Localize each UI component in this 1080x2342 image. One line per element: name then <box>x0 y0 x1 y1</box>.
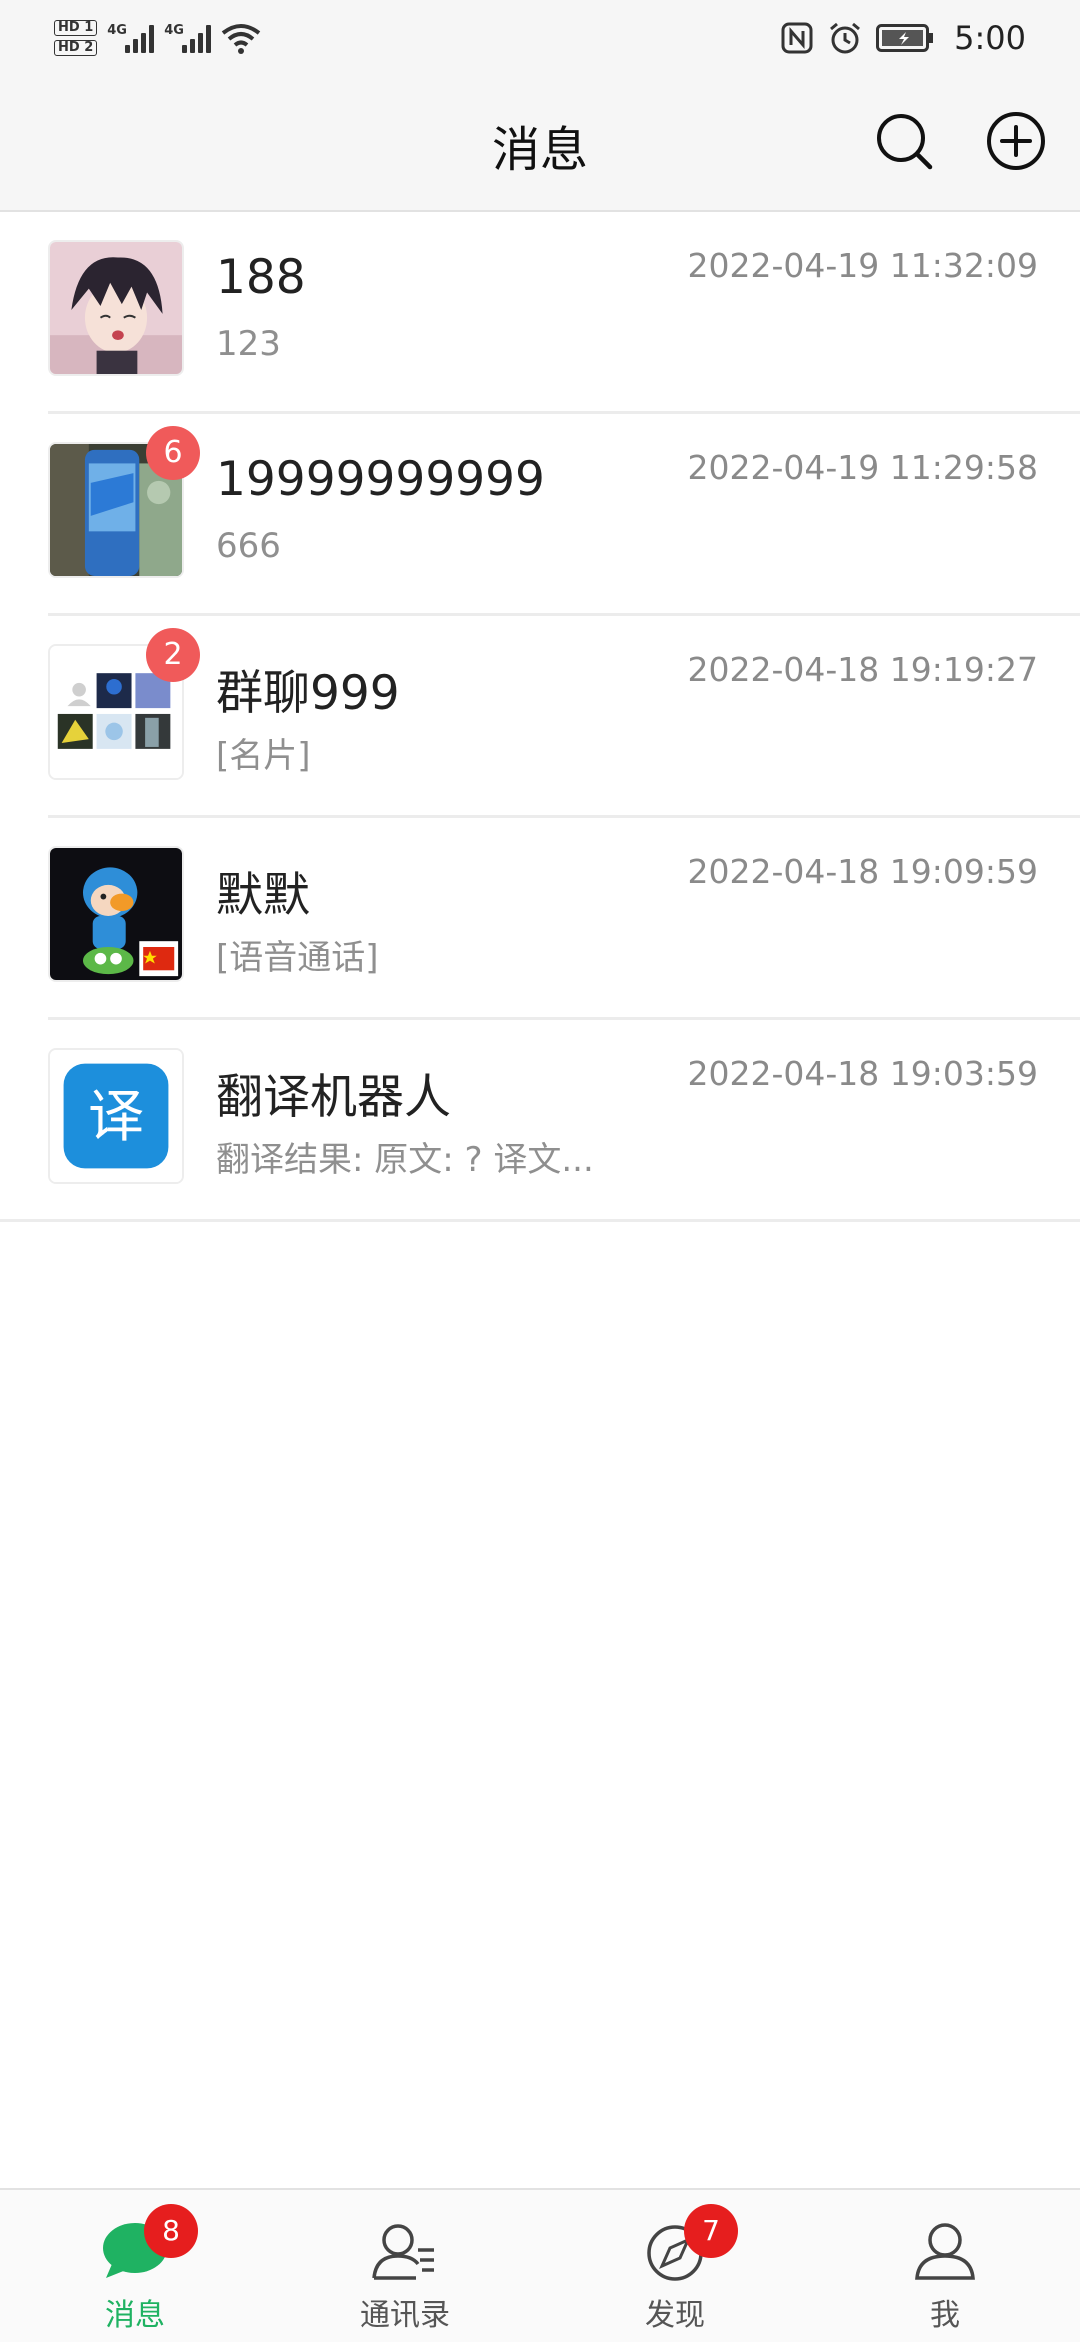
signal-icon-sim1: 4G <box>107 23 155 53</box>
conversation-time: 2022-04-18 19:03:59 <box>687 1054 1038 1093</box>
divider <box>0 1219 1080 1222</box>
network-type-2: 4G <box>164 23 184 38</box>
conversation-time: 2022-04-18 19:09:59 <box>687 852 1038 891</box>
search-icon[interactable] <box>873 110 935 172</box>
conversation-preview: [语音通话] <box>216 938 379 978</box>
wifi-icon <box>222 24 261 54</box>
person-icon <box>915 2223 975 2280</box>
unread-badge: 6 <box>146 426 200 480</box>
avatar[interactable] <box>48 240 184 376</box>
conversation-list: 188 123 2022-04-19 11:32:09 6 1999999999… <box>0 212 1080 1222</box>
conversation-preview: 翻译结果: 原文: ? 译文... <box>216 1140 594 1180</box>
app-header: 消息 <box>0 76 1080 212</box>
conversation-item[interactable]: 6 19999999999 666 2022-04-19 11:29:58 <box>0 414 1080 616</box>
nav-item-discover[interactable]: 7 发现 <box>540 2190 810 2342</box>
translate-bot-avatar: 译 <box>50 1050 182 1182</box>
unread-badge: 2 <box>146 628 200 682</box>
nav-item-contacts[interactable]: 通讯录 <box>270 2190 540 2342</box>
hd-indicator: HD 1 HD 2 <box>54 20 98 56</box>
translate-glyph: 译 <box>88 1084 144 1149</box>
conversation-item[interactable]: 188 123 2022-04-19 11:32:09 <box>0 212 1080 414</box>
nav-label: 通讯录 <box>360 2298 450 2333</box>
status-bar: HD 1 HD 2 4G 4G 5:00 <box>0 0 1080 76</box>
cartoon-avatar-image <box>50 848 182 980</box>
nfc-icon <box>781 22 813 54</box>
nav-badge: 7 <box>684 2204 738 2258</box>
conversation-preview: [名片] <box>216 736 311 776</box>
status-right: 5:00 <box>780 14 1026 62</box>
nav-item-messages[interactable]: 8 消息 <box>0 2190 270 2342</box>
hd1-label: HD 1 <box>54 20 98 36</box>
signal-icon-sim2: 4G <box>164 23 212 53</box>
contacts-icon <box>372 2224 434 2280</box>
avatar[interactable] <box>48 846 184 982</box>
avatar[interactable]: 译 <box>48 1048 184 1184</box>
conversation-time: 2022-04-19 11:29:58 <box>687 448 1038 487</box>
bottom-nav: 8 消息 通讯录 7 发现 我 <box>0 2188 1080 2342</box>
conversation-name: 188 <box>216 250 306 305</box>
conversation-item[interactable]: 默默 [语音通话] 2022-04-18 19:09:59 <box>0 818 1080 1020</box>
conversation-time: 2022-04-19 11:32:09 <box>687 246 1038 285</box>
nav-item-me[interactable]: 我 <box>810 2190 1080 2342</box>
conversation-preview: 123 <box>216 324 281 364</box>
conversation-name: 群聊999 <box>216 666 400 721</box>
nav-label: 发现 <box>645 2298 705 2333</box>
conversation-item[interactable]: 2 群聊999 [名片] 2022-04-18 19:19:27 <box>0 616 1080 818</box>
anime-avatar-image <box>50 242 182 374</box>
hd2-label: HD 2 <box>54 40 98 56</box>
conversation-name: 19999999999 <box>216 452 545 507</box>
conversation-preview: 666 <box>216 526 281 566</box>
nav-badge: 8 <box>144 2204 198 2258</box>
add-icon[interactable] <box>985 110 1047 172</box>
conversation-name: 默默 <box>216 868 310 923</box>
conversation-time: 2022-04-18 19:19:27 <box>687 650 1038 689</box>
network-type-1: 4G <box>107 23 127 38</box>
conversation-name: 翻译机器人 <box>216 1070 451 1125</box>
nav-label: 消息 <box>105 2298 165 2333</box>
nav-label: 我 <box>930 2298 960 2333</box>
alarm-icon <box>830 22 861 54</box>
conversation-item[interactable]: 译 翻译机器人 翻译结果: 原文: ? 译文... 2022-04-18 19:… <box>0 1020 1080 1222</box>
status-left: HD 1 HD 2 4G 4G <box>54 12 261 64</box>
battery-icon <box>876 24 934 52</box>
status-time: 5:00 <box>954 19 1026 57</box>
